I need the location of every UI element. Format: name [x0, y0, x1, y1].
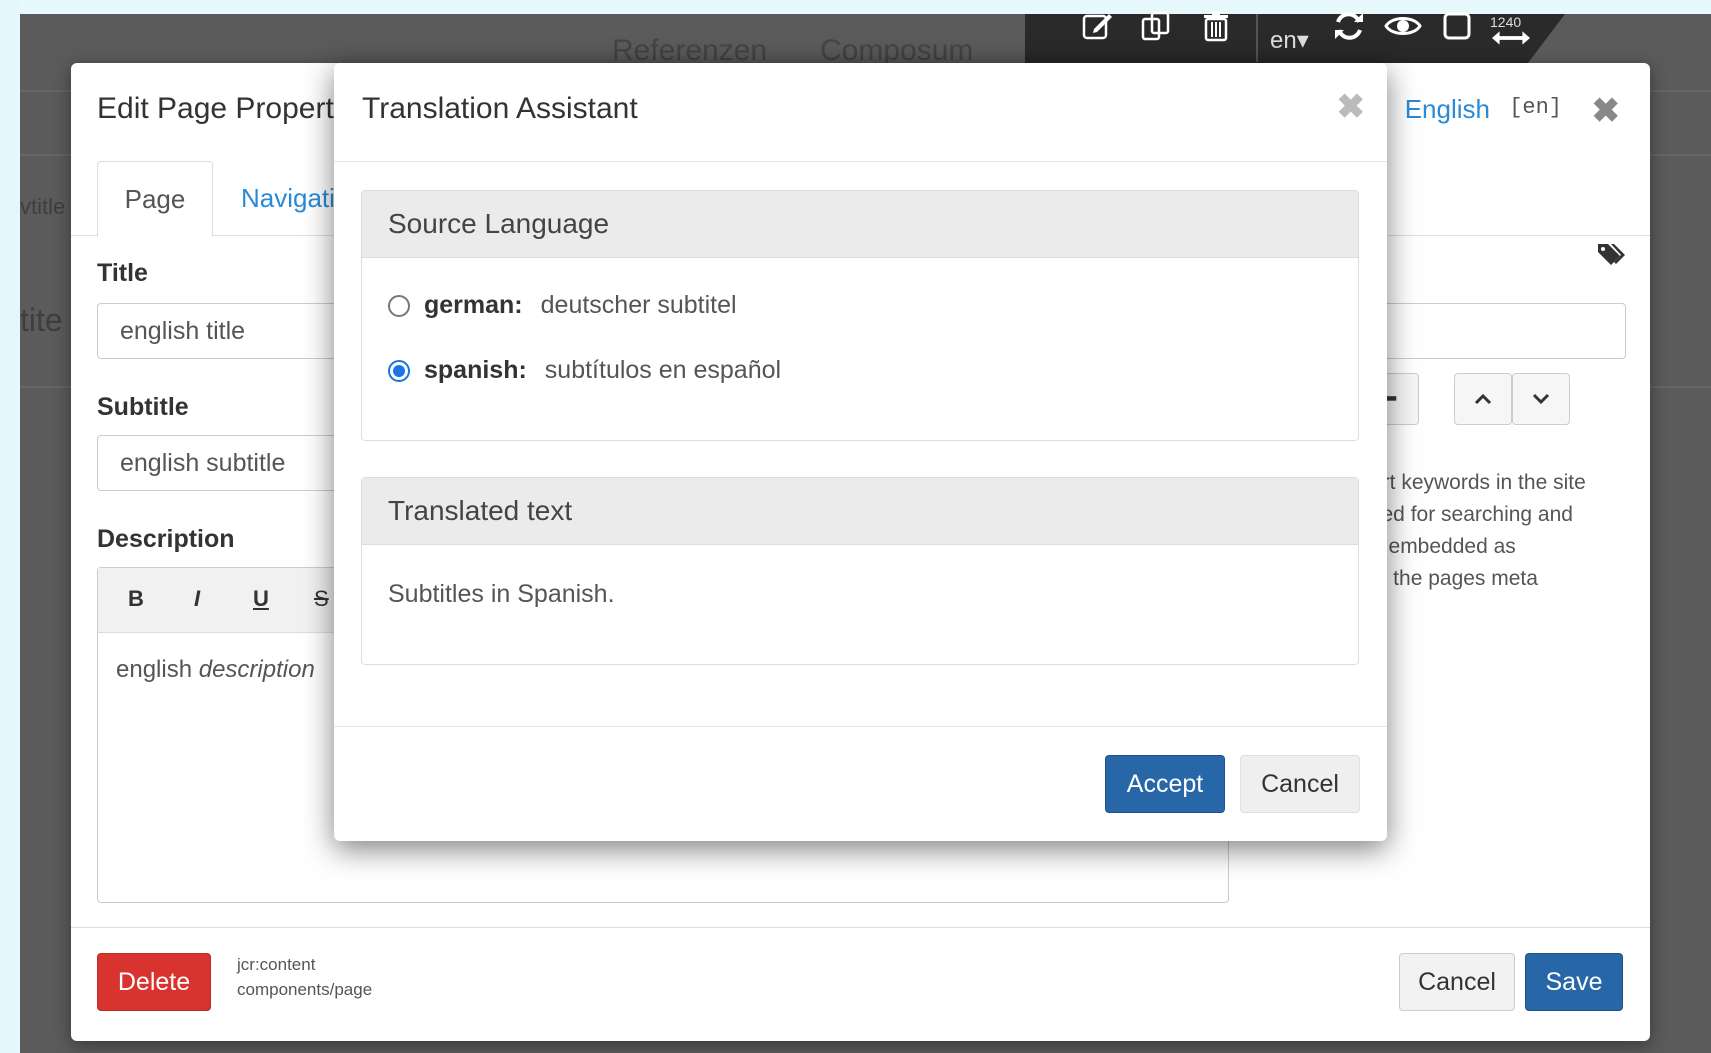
description-label: Description [97, 525, 235, 553]
eye-icon[interactable] [1384, 8, 1422, 44]
help-line: sed for searching and [1371, 503, 1573, 526]
tags-icon [1596, 241, 1626, 274]
spanish-radio[interactable] [388, 359, 410, 382]
translated-text-value: Subtitles in Spanish. [388, 580, 615, 608]
underline-button[interactable]: U [253, 586, 269, 612]
trash-icon[interactable] [1197, 8, 1235, 44]
modal-header-divider [334, 161, 1387, 162]
save-button[interactable]: Save [1525, 953, 1623, 1011]
outer-background [0, 0, 20, 1053]
tab-page[interactable]: Page [97, 161, 213, 237]
move-down-button[interactable] [1512, 373, 1570, 425]
edit-icon[interactable] [1079, 8, 1117, 44]
toolbar-separator [1256, 14, 1258, 62]
close-icon[interactable]: ✖ [1592, 91, 1621, 131]
source-language-heading: Source Language [362, 191, 1358, 258]
description-text-italic: description [198, 656, 315, 683]
resource-type-line: components/page [237, 980, 373, 999]
source-language-name: german: [424, 291, 523, 319]
translated-text-heading: Translated text [362, 478, 1358, 545]
dialog-language-name: English [1404, 94, 1490, 124]
modal-footer-divider [334, 726, 1387, 727]
language-dropdown[interactable]: en▾ [1270, 26, 1309, 55]
german-radio[interactable] [388, 294, 410, 317]
translation-assistant-dialog: Translation Assistant ✖ Source Language … [334, 63, 1387, 841]
title-label: Title [97, 259, 148, 287]
help-line: ort keywords in the site [1371, 471, 1586, 494]
dialog-footer-divider [71, 927, 1650, 928]
modal-title: Translation Assistant [362, 92, 638, 125]
bold-button[interactable]: B [128, 586, 144, 612]
accept-button[interactable]: Accept [1105, 755, 1225, 813]
bg-title: tite [20, 302, 63, 338]
help-line: d embedded as [1371, 535, 1516, 558]
dialog-title: Edit Page Properties [97, 92, 373, 125]
description-content[interactable]: english description [116, 656, 315, 684]
bg-navtitle: vtitle [20, 194, 66, 219]
dialog-language-code: [en] [1509, 95, 1562, 120]
delete-button[interactable]: Delete [97, 953, 211, 1011]
source-language-text: deutscher subtitel [540, 291, 737, 319]
copy-icon[interactable] [1137, 8, 1175, 44]
help-line: in the pages meta [1371, 567, 1538, 590]
modal-cancel-button[interactable]: Cancel [1240, 755, 1360, 813]
description-text: english [116, 656, 199, 683]
italic-button[interactable]: I [194, 586, 200, 612]
resource-path-line: jcr:content [237, 955, 316, 974]
source-option-german[interactable]: german: deutscher subtitel [388, 291, 737, 320]
square-icon[interactable] [1438, 8, 1476, 44]
source-language-name: spanish: [424, 356, 527, 384]
cancel-button[interactable]: Cancel [1399, 953, 1515, 1011]
keywords-input[interactable] [1371, 303, 1626, 359]
source-language-panel: Source Language german: deutscher subtit… [361, 190, 1359, 441]
width-arrows-icon[interactable] [1492, 20, 1530, 56]
move-up-button[interactable] [1454, 373, 1512, 425]
close-icon[interactable]: ✖ [1337, 87, 1366, 127]
keywords-help-text: ort keywords in the site sed for searchi… [1371, 467, 1621, 595]
refresh-icon[interactable] [1330, 8, 1368, 44]
resource-path: jcr:content components/page [237, 952, 372, 1002]
source-option-spanish[interactable]: spanish: subtítulos en español [388, 356, 781, 385]
subtitle-label: Subtitle [97, 393, 189, 421]
translated-text-panel: Translated text Subtitles in Spanish. [361, 477, 1359, 665]
source-language-text: subtítulos en español [544, 356, 782, 384]
strikethrough-button[interactable]: S [314, 586, 329, 612]
